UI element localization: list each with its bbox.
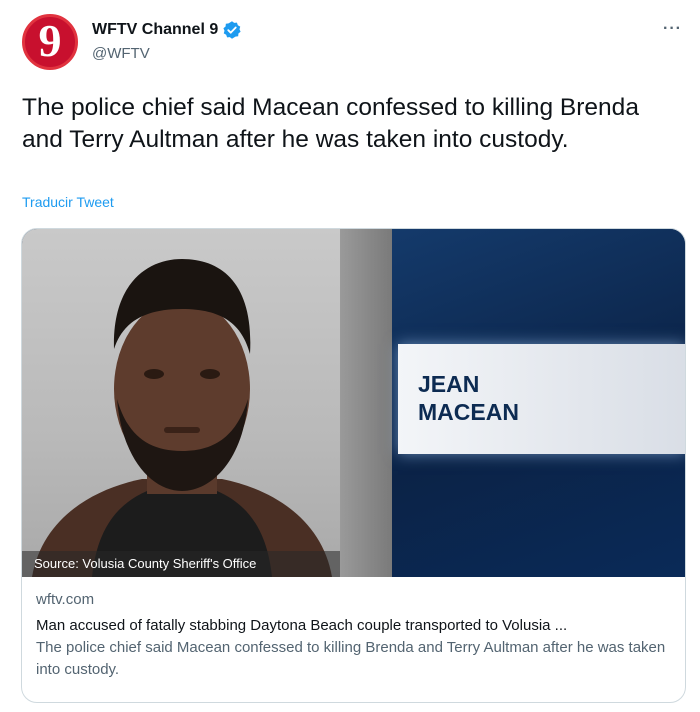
image-source-caption: Source: Volusia County Sheriff's Office [34, 556, 257, 571]
name-plate-last: MACEAN [418, 399, 519, 425]
more-options-icon[interactable]: ··· [663, 20, 682, 38]
author-name[interactable]: WFTV Channel 9 [92, 21, 218, 39]
card-image[interactable]: Source: Volusia County Sheriff's Office … [22, 229, 685, 577]
image-divider-panel [340, 229, 392, 577]
tweet-text: The police chief said Macean confessed t… [22, 94, 639, 153]
image-name-plate: JEAN MACEAN [398, 344, 685, 454]
avatar[interactable]: 9 [22, 14, 78, 70]
verified-badge-icon [223, 21, 241, 39]
card-description: The police chief said Macean confessed t… [36, 639, 666, 678]
author-handle[interactable]: @WFTV [92, 45, 150, 62]
link-preview-card[interactable]: Source: Volusia County Sheriff's Office … [21, 228, 686, 703]
image-source-caption-bar: Source: Volusia County Sheriff's Office [22, 551, 340, 577]
card-title: Man accused of fatally stabbing Daytona … [36, 617, 568, 634]
author-name-row[interactable]: WFTV Channel 9 [92, 20, 242, 40]
card-text[interactable]: wftv.com Man accused of fatally stabbing… [36, 589, 676, 681]
card-domain: wftv.com [36, 591, 95, 608]
translate-tweet-link[interactable]: Traducir Tweet [22, 194, 114, 210]
mugshot-photo: Source: Volusia County Sheriff's Office [22, 229, 340, 577]
mugshot-figure [32, 259, 332, 577]
avatar-logo: 9 [38, 15, 62, 66]
name-plate-first: JEAN [418, 371, 480, 397]
